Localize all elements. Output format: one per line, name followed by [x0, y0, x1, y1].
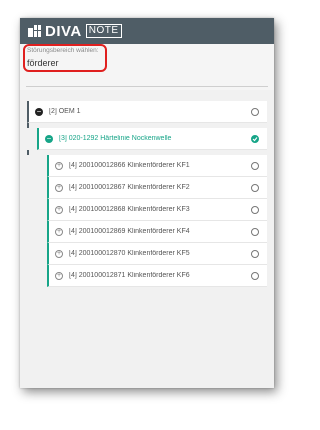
expand-icon[interactable]: +	[55, 205, 63, 214]
tree-node-label: [4] 200100012870 Klinkenförderer KF5	[69, 250, 190, 257]
search-highlight-annotation	[23, 44, 107, 72]
tree-node-klinkenfoerderer[interactable]: + [4] 200100012868 Klinkenförderer KF3	[47, 199, 267, 221]
tree-node-klinkenfoerderer[interactable]: + [4] 200100012870 Klinkenförderer KF5	[47, 243, 267, 265]
tree-node-label: [4] 200100012866 Klinkenförderer KF1	[69, 162, 190, 169]
tree-node-label: [4] 200100012867 Klinkenförderer KF2	[69, 184, 190, 191]
expand-icon[interactable]: +	[55, 227, 63, 236]
tree-children: + [4] 200100012866 Klinkenförderer KF1 + [4…	[27, 155, 267, 287]
select-radio[interactable]	[251, 184, 259, 192]
tree-node-klinkenfoerderer[interactable]: + [4] 200100012871 Klinkenförderer KF6	[47, 265, 267, 287]
tree-node-haertelinie[interactable]: − [3] 020-1292 Härtelinie Nockenwelle	[37, 128, 267, 150]
expand-icon[interactable]: +	[55, 161, 63, 170]
logo-grid-icon	[28, 25, 41, 37]
tree-node-klinkenfoerderer[interactable]: + [4] 200100012869 Klinkenförderer KF4	[47, 221, 267, 243]
select-radio[interactable]	[251, 206, 259, 214]
select-radio[interactable]	[251, 162, 259, 170]
collapse-icon[interactable]: −	[35, 107, 43, 116]
expand-icon[interactable]: +	[55, 249, 63, 258]
select-radio[interactable]	[251, 228, 259, 236]
brand-sub: NOTE	[85, 24, 122, 38]
tree-node-klinkenfoerderer[interactable]: + [4] 200100012867 Klinkenförderer KF2	[47, 177, 267, 199]
tree-node-oem[interactable]: − [2] OEM 1	[27, 101, 267, 123]
tree-node-label: [4] 200100012868 Klinkenförderer KF3	[69, 206, 190, 213]
search-underline	[26, 86, 268, 87]
select-radio[interactable]	[251, 272, 259, 280]
select-radio[interactable]	[251, 250, 259, 258]
tree-node-klinkenfoerderer[interactable]: + [4] 200100012866 Klinkenförderer KF1	[47, 155, 267, 177]
brand-name: DIVA	[45, 22, 82, 40]
tree-node-label: [4] 200100012869 Klinkenförderer KF4	[69, 228, 190, 235]
selected-radio-check-icon[interactable]	[251, 135, 259, 143]
tree-node-label: [2] OEM 1	[49, 108, 81, 115]
fault-area-tree: − [2] OEM 1 − [3] 020-1292 Härtelinie No…	[27, 101, 267, 287]
app-window: DIVA NOTE Störungsbereich wählen: − [2] …	[20, 18, 274, 388]
app-header: DIVA NOTE	[20, 18, 274, 44]
diva-note-logo: DIVA NOTE	[28, 23, 122, 40]
expand-icon[interactable]: +	[55, 271, 63, 280]
collapse-icon[interactable]: −	[45, 134, 53, 143]
tree-node-label: [3] 020-1292 Härtelinie Nockenwelle	[59, 135, 172, 142]
select-radio[interactable]	[251, 108, 259, 116]
expand-icon[interactable]: +	[55, 183, 63, 192]
tree-node-label: [4] 200100012871 Klinkenförderer KF6	[69, 272, 190, 279]
